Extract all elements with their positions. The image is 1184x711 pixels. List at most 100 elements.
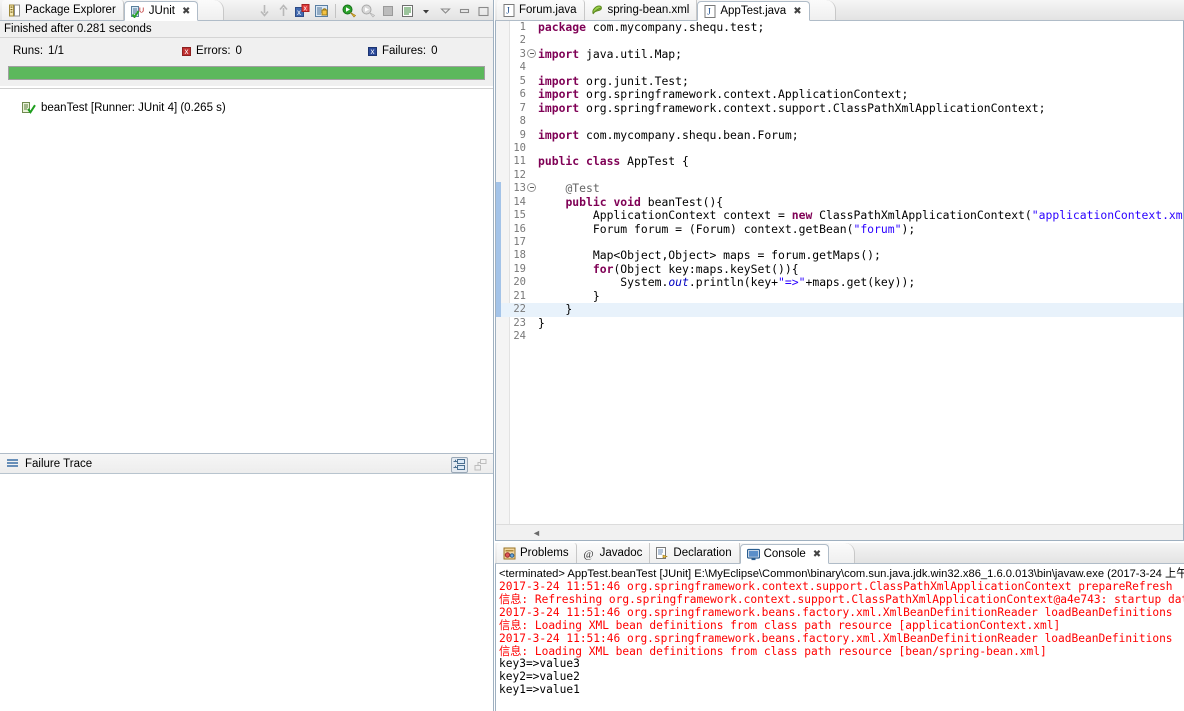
line-number: 12 xyxy=(513,168,526,181)
svg-text:@: @ xyxy=(583,548,593,560)
close-icon[interactable]: ✖ xyxy=(813,549,821,560)
code-line[interactable]: 17 xyxy=(496,236,1183,250)
code-line[interactable]: 14 public void beanTest(){ xyxy=(496,195,1183,210)
problems-icon xyxy=(503,547,516,560)
test-tree-item[interactable]: beanTest [Runner: JUnit 4] (0.265 s) xyxy=(22,101,493,114)
runs-label: Runs: xyxy=(13,45,44,57)
code-line[interactable]: 22 } xyxy=(496,302,1183,317)
code-line[interactable]: 4 xyxy=(496,61,1183,74)
editor-code-area[interactable]: 1 package com.mycompany.shequ.test; 2 3 impo… xyxy=(496,21,1183,524)
svg-text:x: x xyxy=(297,8,301,17)
junit-view: Package Explorer U JUnit ✖ x x Finished … xyxy=(0,0,494,711)
code-line[interactable]: 5 import org.junit.Test; xyxy=(496,73,1183,88)
scroll-lock-icon[interactable] xyxy=(313,3,329,19)
fold-collapse-icon[interactable] xyxy=(527,48,536,58)
code-line[interactable]: 21 } xyxy=(496,288,1183,304)
failure-trace-title: Failure Trace xyxy=(25,457,93,470)
console-icon xyxy=(746,548,760,561)
tab-junit[interactable]: U JUnit ✖ xyxy=(123,1,199,21)
line-number: 8 xyxy=(519,115,526,128)
code-line[interactable]: 3 import java.util.Map; xyxy=(496,47,1183,61)
tab-package-explorer[interactable]: Package Explorer xyxy=(2,0,124,20)
show-failures-only-icon[interactable]: x x xyxy=(294,3,310,19)
tab-label: Declaration xyxy=(673,547,732,559)
stop-icon[interactable] xyxy=(380,3,396,19)
code-line[interactable]: 6 import org.springframework.context.Appl… xyxy=(496,87,1183,101)
runs-counter: Runs: 1/1 xyxy=(13,45,64,57)
code-line[interactable]: 7 import org.springframework.context.supp… xyxy=(496,101,1183,115)
tab-spring-bean-xml[interactable]: spring-bean.xml xyxy=(584,0,698,20)
code-line[interactable]: 11 public class AppTest { xyxy=(496,155,1183,168)
line-number: 18 xyxy=(513,249,526,262)
tab-label: Javadoc xyxy=(599,547,643,559)
code-line[interactable]: 23} xyxy=(496,316,1183,330)
code-line[interactable]: 18 Map<Object,Object> maps = forum.getMa… xyxy=(496,249,1183,263)
console-output[interactable]: 2017-3-24 11:51:46 org.springframework.c… xyxy=(496,581,1184,697)
code-line[interactable]: 12 xyxy=(496,169,1183,182)
close-icon[interactable]: ✖ xyxy=(182,6,190,17)
restore-icon[interactable] xyxy=(456,3,472,19)
code-line[interactable]: 10 xyxy=(496,142,1183,155)
line-number: 19 xyxy=(513,262,526,275)
code-line[interactable]: 8 xyxy=(496,115,1183,128)
right-pane: J Forum.java spring-bean.xml J AppTest.j… xyxy=(495,0,1184,711)
tab-javadoc[interactable]: @ Javadoc xyxy=(576,543,651,563)
rerun-test-icon[interactable] xyxy=(342,3,358,19)
tab-label: AppTest.java xyxy=(720,5,787,17)
code-line[interactable]: 16 Forum forum = (Forum) context.getBean… xyxy=(496,222,1183,236)
editor-horizontal-scrollbar[interactable]: ◄ xyxy=(496,524,1183,540)
svg-text:x: x xyxy=(303,5,307,12)
junit-icon: U xyxy=(130,5,145,18)
fold-collapse-icon[interactable] xyxy=(527,183,536,193)
tab-problems[interactable]: Problems xyxy=(497,543,577,563)
errors-label: Errors: xyxy=(196,45,231,57)
line-number: 4 xyxy=(519,61,526,74)
failure-trace-body[interactable] xyxy=(0,475,493,711)
minimize-icon[interactable] xyxy=(437,3,453,19)
tab-label: spring-bean.xml xyxy=(607,4,690,16)
console-line: 信息: Loading XML bean definitions from cl… xyxy=(499,644,1047,658)
line-number: 21 xyxy=(513,289,526,302)
tab-label: JUnit xyxy=(148,5,175,17)
test-pass-icon xyxy=(22,101,36,114)
code-line[interactable]: 9 import com.mycompany.shequ.bean.Forum; xyxy=(496,127,1183,142)
java-file-icon: J xyxy=(704,4,716,18)
scroll-left-icon[interactable]: ◄ xyxy=(532,528,541,538)
previous-failure-icon[interactable] xyxy=(275,3,291,19)
code-line[interactable]: 24 xyxy=(496,330,1183,343)
stack-filter-icon[interactable] xyxy=(472,457,489,473)
next-failure-icon[interactable] xyxy=(256,3,272,19)
test-run-history-icon[interactable] xyxy=(399,3,415,19)
maximize-icon[interactable] xyxy=(475,3,491,19)
code-line[interactable]: 1 package com.mycompany.shequ.test; xyxy=(496,21,1183,34)
tab-apptest-java[interactable]: J AppTest.java ✖ xyxy=(697,1,810,21)
view-menu-icon[interactable] xyxy=(418,3,434,19)
code-line[interactable]: 19 for(Object key:maps.keySet()){ xyxy=(496,262,1183,277)
failures-label: Failures: xyxy=(381,45,427,57)
close-icon[interactable]: ✖ xyxy=(793,6,801,17)
console-body[interactable]: <terminated> AppTest.beanTest [JUnit] E:… xyxy=(495,564,1184,711)
tab-label: Console xyxy=(763,548,806,560)
error-marker-icon xyxy=(182,46,192,56)
tab-declaration[interactable]: Declaration xyxy=(650,543,740,563)
code-line[interactable]: 2 xyxy=(496,34,1183,47)
compare-result-icon[interactable] xyxy=(451,457,468,473)
tab-console[interactable]: Console ✖ xyxy=(739,544,830,564)
code-text: import com.mycompany.shequ.bean.Forum; xyxy=(538,127,799,142)
line-number: 13 xyxy=(513,182,526,195)
tab-label: Problems xyxy=(520,547,569,559)
declaration-icon xyxy=(656,546,669,560)
code-line[interactable]: 15 ApplicationContext context = new Clas… xyxy=(496,208,1183,223)
code-line[interactable]: 13 @Test xyxy=(496,182,1183,196)
junit-view-tabstrip: Package Explorer U JUnit ✖ x x xyxy=(0,0,493,21)
rerun-failed-icon[interactable] xyxy=(361,3,377,19)
svg-text:J: J xyxy=(506,5,510,15)
junit-test-tree[interactable]: beanTest [Runner: JUnit 4] (0.265 s) xyxy=(0,88,493,451)
line-number: 1 xyxy=(519,21,526,33)
code-text: } xyxy=(538,288,600,303)
tab-forum-java[interactable]: J Forum.java xyxy=(497,0,585,20)
code-text: package com.mycompany.shequ.test; xyxy=(538,21,765,34)
editor-body[interactable]: 1 package com.mycompany.shequ.test; 2 3 impo… xyxy=(495,21,1184,541)
code-text: import org.junit.Test; xyxy=(538,73,689,88)
code-line[interactable]: 20 System.out.println(key+"=>"+maps.get(… xyxy=(496,276,1183,290)
